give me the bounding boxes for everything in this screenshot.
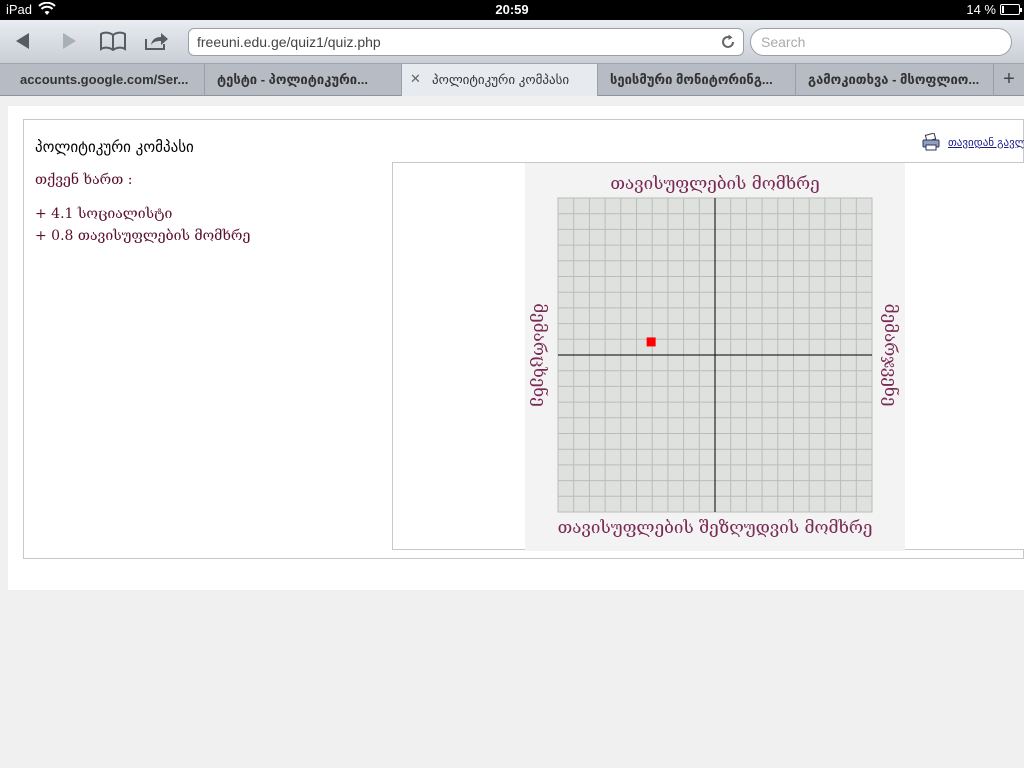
clock: 20:59: [495, 2, 529, 17]
book-icon: [100, 31, 126, 51]
tab-test[interactable]: ტესტი - პოლიტიკური...: [205, 64, 402, 96]
page-title: პოლიტიკური კომპასი: [35, 138, 194, 156]
plus-icon: +: [1003, 68, 1015, 90]
tab-label: გამოკითხვა - მსოფლიო...: [808, 72, 980, 87]
battery-fill: [1002, 6, 1005, 13]
compass-panel: პოლიტიკური კომპასი თქვენ ხართ : + 4.1 სო…: [23, 119, 1024, 559]
printer-icon: [922, 133, 940, 151]
forward-arrow-icon: [63, 33, 76, 49]
tab-label: სეისმური მონიტორინგ...: [610, 72, 773, 87]
axis-label-top: თავისუფლების მომხრე: [610, 174, 819, 194]
back-button[interactable]: [6, 26, 40, 56]
restart-link[interactable]: თავიდან გავლა: [922, 133, 1024, 151]
compass-chart: თავისუფლების მომხრე თავისუფლების შეზღუდვ…: [525, 163, 905, 551]
axis-label-right: მემარჯვენე: [880, 304, 900, 407]
new-tab-button[interactable]: +: [994, 64, 1024, 96]
restart-link-label: თავიდან გავლა: [948, 136, 1024, 149]
tab-survey[interactable]: გამოკითხვა - მსოფლიო...: [796, 64, 994, 96]
reload-icon[interactable]: [719, 33, 737, 51]
address-bar[interactable]: freeuni.edu.ge/quiz1/quiz.php: [188, 28, 744, 56]
tab-google-accounts[interactable]: accounts.google.com/Ser...: [0, 64, 205, 96]
share-button[interactable]: [140, 26, 174, 56]
forward-button[interactable]: [52, 26, 86, 56]
tab-label: ტესტი - პოლიტიკური...: [217, 72, 368, 87]
search-input[interactable]: Search: [750, 28, 1012, 56]
battery-icon: [1000, 4, 1022, 15]
share-icon: [145, 33, 168, 50]
web-page: პოლიტიკური კომპასი თქვენ ხართ : + 4.1 სო…: [8, 106, 1024, 590]
browser-toolbar: freeuni.edu.ge/quiz1/quiz.php Search: [0, 20, 1024, 64]
compass-chart-frame: თავისუფლების მომხრე თავისუფლების შეზღუდვ…: [392, 162, 1024, 551]
tab-bar: accounts.google.com/Ser... ტესტი - პოლიტ…: [0, 64, 1024, 96]
back-arrow-icon: [16, 33, 29, 49]
search-placeholder: Search: [761, 34, 806, 50]
chart-points: [646, 337, 656, 347]
score-social: + 0.8 თავისუფლების მომხრე: [35, 228, 251, 244]
result-heading: თქვენ ხართ :: [35, 172, 133, 188]
bookmarks-button[interactable]: [96, 26, 130, 56]
score-economic: + 4.1 სოციალისტი: [35, 206, 173, 222]
battery-percent: 14 %: [966, 2, 996, 17]
tab-seismic[interactable]: სეისმური მონიტორინგ...: [598, 64, 796, 96]
axis-label-left: მემარცხენე: [529, 303, 549, 407]
close-icon[interactable]: ✕: [410, 71, 421, 87]
tab-political-compass[interactable]: ✕ პოლიტიკური კომპასი: [402, 64, 598, 96]
tab-label: accounts.google.com/Ser...: [20, 72, 189, 87]
data-point: [646, 337, 656, 347]
tab-label: პოლიტიკური კომპასი: [432, 72, 570, 87]
address-text: freeuni.edu.ge/quiz1/quiz.php: [197, 34, 381, 50]
status-bar: iPad 20:59 14 %: [0, 0, 1024, 20]
axis-label-bottom: თავისუფლების შეზღუდვის მომხრე: [558, 518, 873, 538]
